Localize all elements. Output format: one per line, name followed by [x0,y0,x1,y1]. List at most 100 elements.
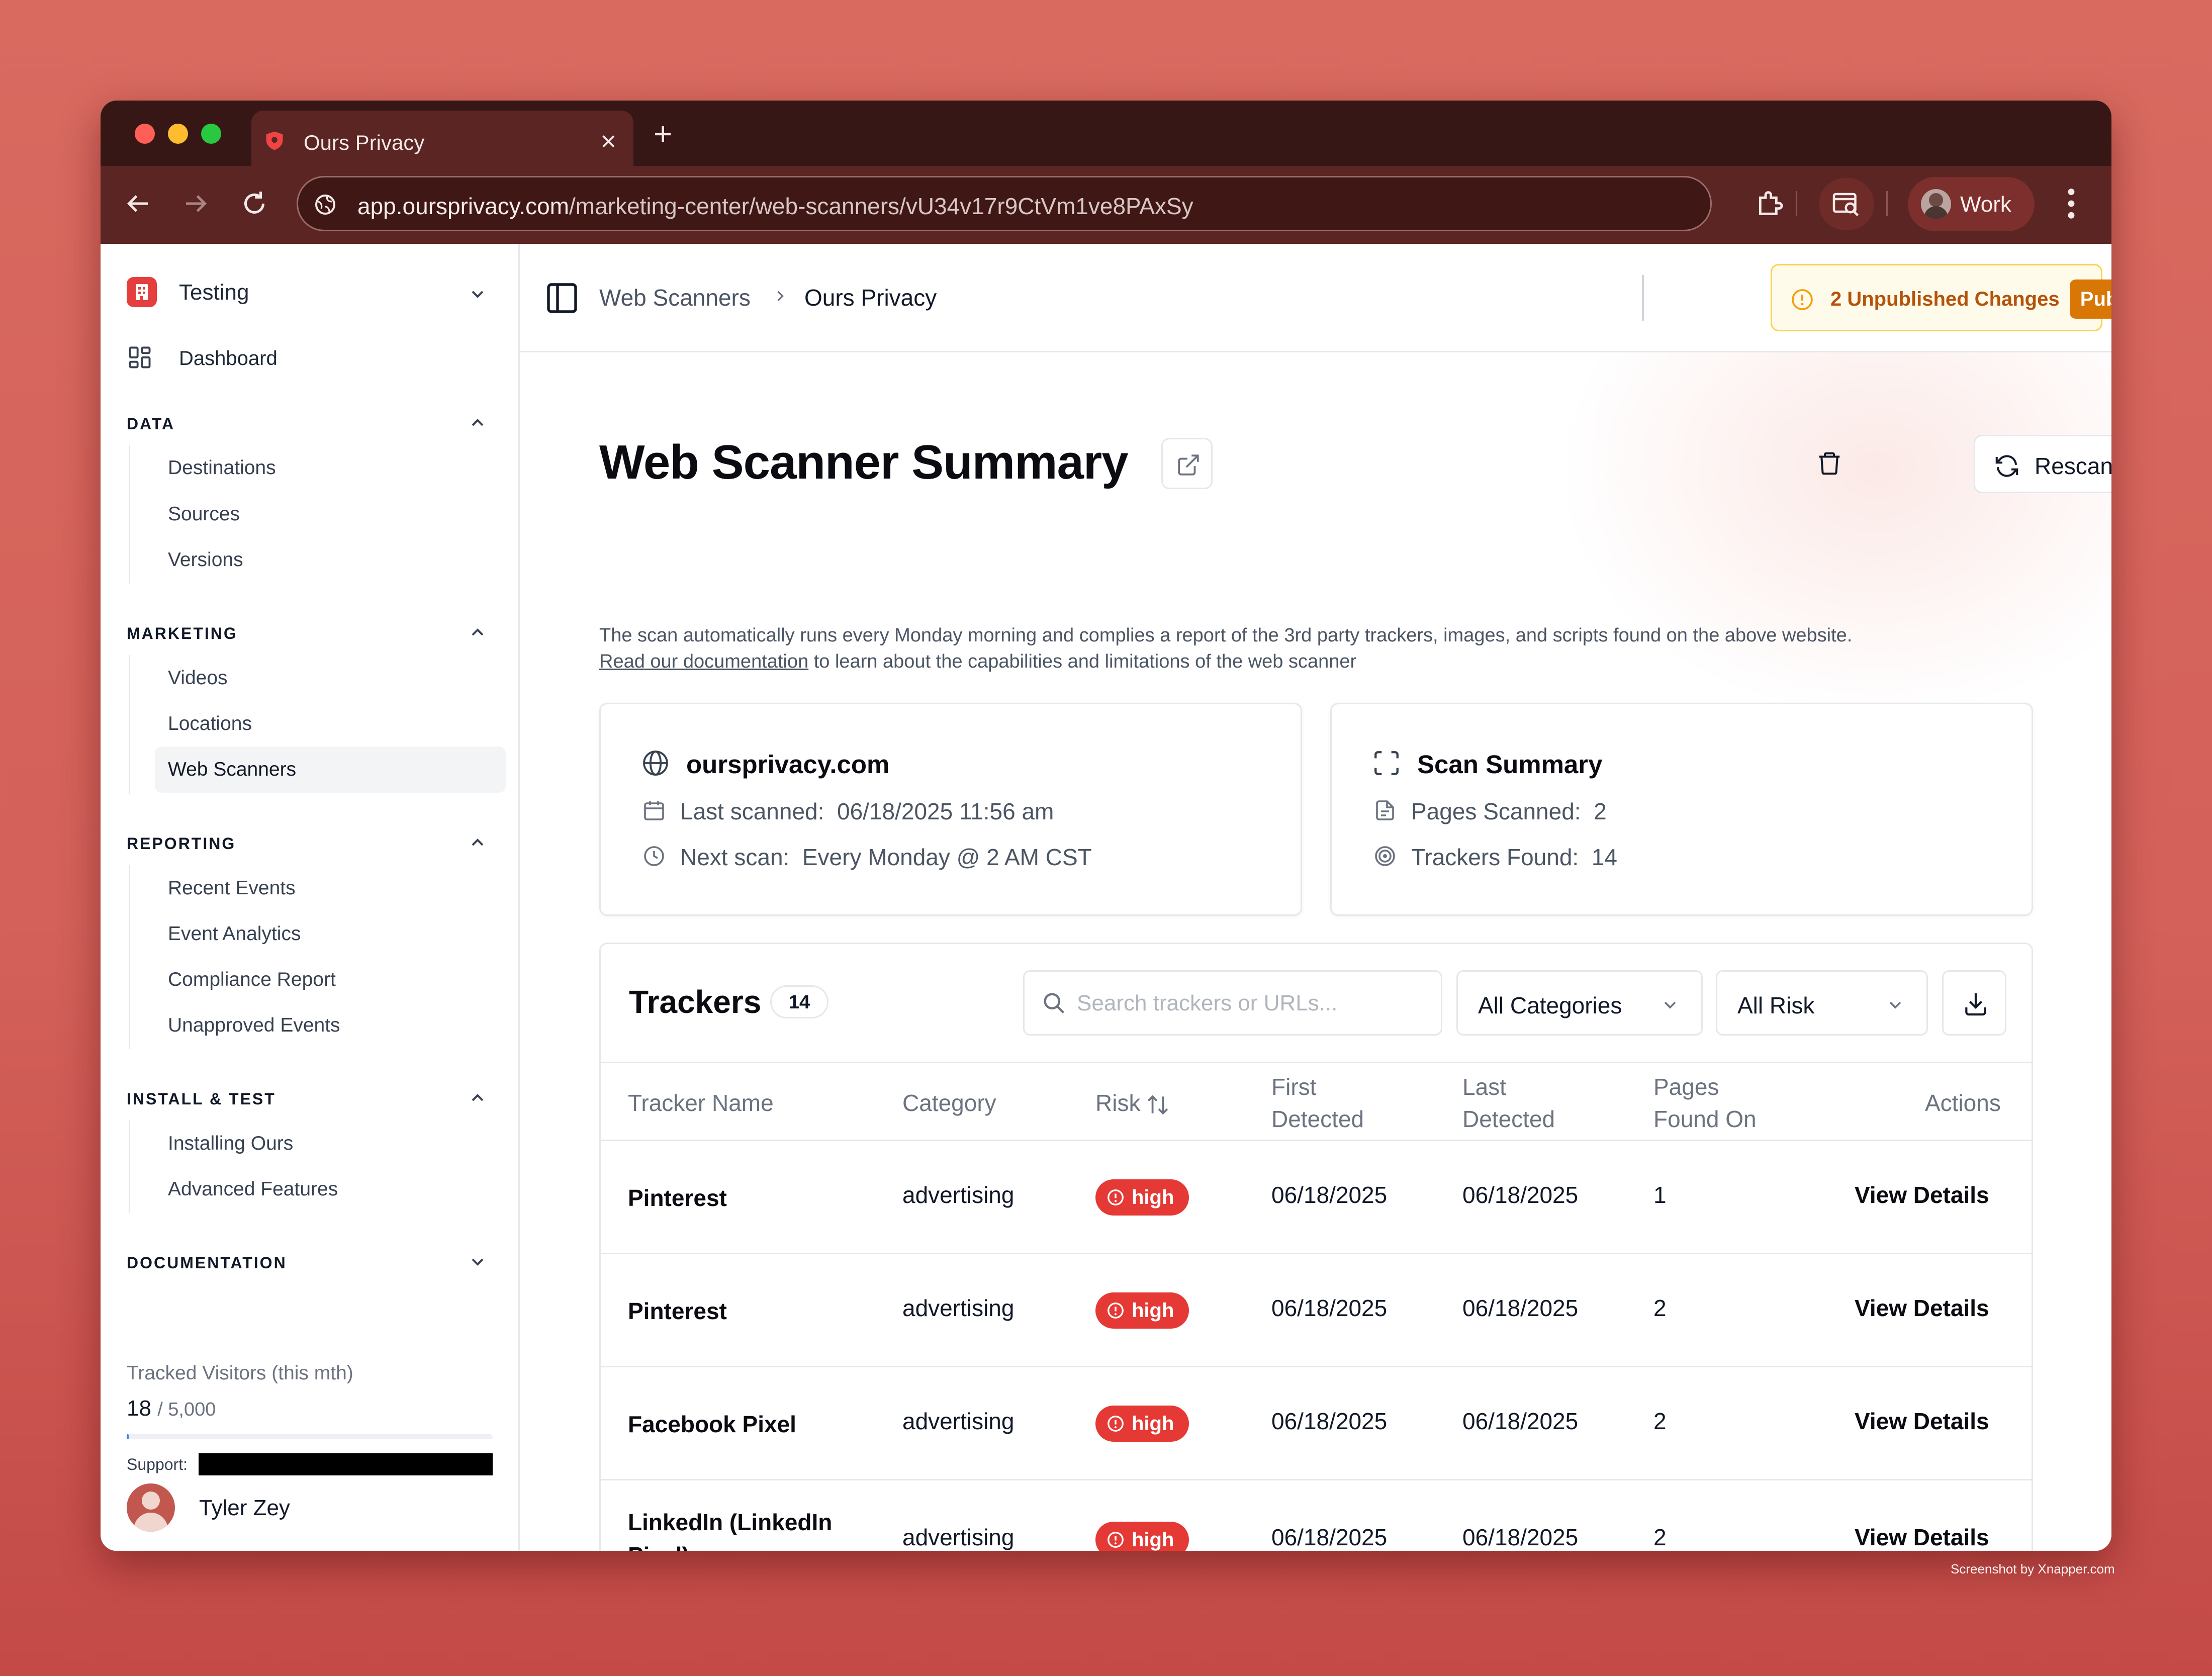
risk-filter-select[interactable]: All Risk [1716,970,1928,1036]
download-button[interactable] [1942,970,2006,1036]
tracked-visitors-value: 18 / 5,000 [127,1396,216,1421]
view-details-button[interactable]: View Details [1855,1408,1989,1435]
sidebar-item-destinations[interactable]: Destinations [168,457,276,479]
section-install-test[interactable]: INSTALL & TEST [127,1090,276,1108]
tab-title: Ours Privacy [304,131,425,154]
site-info-icon[interactable] [313,193,337,217]
first-detected: 06/18/2025 [1271,1182,1388,1208]
category-filter-select[interactable]: All Categories [1456,970,1703,1036]
risk-badge: high [1095,1292,1189,1329]
target-icon [1375,846,1395,866]
documentation-link[interactable]: Read our documentation [599,651,808,672]
first-detected: 06/18/2025 [1271,1408,1388,1434]
unpublished-changes-banner: 2 Unpublished Changes Publish [1771,264,2111,331]
sidebar-item-advanced-features[interactable]: Advanced Features [168,1178,338,1200]
reload-icon[interactable] [239,189,269,219]
alert-circle-icon [1792,289,1813,310]
trackers-found: Trackers Found: 14 [1411,844,1617,870]
column-category[interactable]: Category [902,1087,996,1119]
user-name[interactable]: Tyler Zey [199,1496,290,1521]
rescan-button[interactable]: Rescan [1974,435,2111,493]
section-marketing[interactable]: MARKETING [127,624,238,643]
column-first-detected[interactable]: First Detected [1271,1071,1364,1135]
topbar-divider [1642,275,1644,321]
table-header: Tracker Name Category Risk First Detected… [601,1062,2032,1141]
sidebar-item-dashboard[interactable]: Dashboard [179,347,278,370]
section-reporting[interactable]: REPORTING [127,834,236,853]
profile-chip[interactable]: Work [1908,177,2035,231]
column-last-detected[interactable]: Last Detected [1462,1071,1555,1135]
window-search-icon [1832,193,1859,217]
address-bar[interactable]: app.oursprivacy.com/marketing-center/web… [297,176,1712,231]
tracker-name: LinkedIn (LinkedIn Pixel) [628,1509,833,1551]
trackers-count-badge: 14 [770,985,828,1018]
trash-icon[interactable] [1816,450,1843,477]
first-detected: 06/18/2025 [1271,1295,1388,1321]
column-pages-found-on[interactable]: Pages Found On [1653,1071,1757,1135]
toolbar-divider [1796,191,1797,216]
risk-filter-value: All Risk [1737,992,1815,1018]
tracked-visitors-progress-fill [127,1434,129,1439]
sidebar-item-locations[interactable]: Locations [168,713,252,735]
last-detected: 06/18/2025 [1462,1524,1579,1550]
browser-toolbar: app.oursprivacy.com/marketing-center/web… [101,166,2111,244]
alert-circle-icon [1108,1416,1124,1432]
chevron-down-icon[interactable] [468,284,488,304]
first-detected: 06/18/2025 [1271,1524,1388,1550]
new-tab-icon[interactable]: + [654,118,672,150]
risk-badge: high [1095,1522,1189,1551]
open-external-button[interactable] [1161,438,1213,489]
sidebar-item-compliance-report[interactable]: Compliance Report [168,969,336,991]
close-tab-icon[interactable]: × [600,126,616,157]
search-page-button[interactable] [1819,178,1874,230]
forward-arrow-icon[interactable] [181,189,211,219]
sidebar-item-videos[interactable]: Videos [168,667,228,689]
sidebar-item-event-analytics[interactable]: Event Analytics [168,923,301,945]
chevron-up-icon[interactable] [468,1088,488,1108]
sidebar-item-sources[interactable]: Sources [168,503,240,525]
close-window-button[interactable] [135,124,155,144]
minimize-window-button[interactable] [168,124,188,144]
sidebar-item-installing-ours[interactable]: Installing Ours [168,1133,293,1155]
more-options-icon[interactable] [2066,186,2076,221]
category-filter-value: All Categories [1478,992,1622,1018]
toggle-sidebar-icon[interactable] [544,280,580,316]
column-risk[interactable]: Risk [1095,1087,1170,1119]
chevron-up-icon[interactable] [468,413,488,433]
column-tracker-name[interactable]: Tracker Name [628,1087,774,1119]
sort-arrows-icon[interactable] [1145,1092,1170,1118]
tracker-category: advertising [902,1524,1015,1550]
rescan-label: Rescan [2035,453,2111,479]
tracker-search[interactable] [1023,970,1442,1036]
maximize-window-button[interactable] [201,124,221,144]
pages-found-on: 2 [1653,1408,1667,1434]
section-data[interactable]: DATA [127,415,175,433]
trackers-title: Trackers [629,984,762,1020]
extensions-puzzle-icon[interactable] [1754,187,1786,219]
table-row: Pinterest advertising high 06/18/2025 06… [601,1141,2032,1254]
section-rail [129,445,130,584]
sidebar-item-versions[interactable]: Versions [168,549,243,571]
breadcrumb-web-scanners[interactable]: Web Scanners [599,284,751,311]
profile-label: Work [1960,192,2011,217]
user-avatar[interactable] [127,1483,175,1532]
chevron-up-icon[interactable] [468,832,488,853]
sidebar-item-web-scanners[interactable]: Web Scanners [168,759,296,781]
sidebar-item-unapproved-events[interactable]: Unapproved Events [168,1014,340,1037]
download-icon [1965,993,1986,1016]
unpublished-changes-text: 2 Unpublished Changes [1830,288,2060,310]
workspace-name[interactable]: Testing [179,280,249,305]
tracker-search-input[interactable] [1077,986,1429,1021]
browser-tab[interactable]: Ours Privacy × [251,111,633,166]
view-details-button[interactable]: View Details [1855,1524,1989,1551]
back-arrow-icon[interactable] [123,189,153,219]
chevron-down-icon[interactable] [468,1252,488,1272]
view-details-button[interactable]: View Details [1855,1294,1989,1322]
chevron-up-icon[interactable] [468,622,488,642]
section-documentation[interactable]: DOCUMENTATION [127,1254,287,1272]
sidebar-item-recent-events[interactable]: Recent Events [168,877,296,899]
view-details-button[interactable]: View Details [1855,1181,1989,1208]
tracker-category: advertising [902,1182,1015,1208]
publish-button[interactable]: Publish [2070,280,2111,319]
calendar-icon [644,801,664,820]
